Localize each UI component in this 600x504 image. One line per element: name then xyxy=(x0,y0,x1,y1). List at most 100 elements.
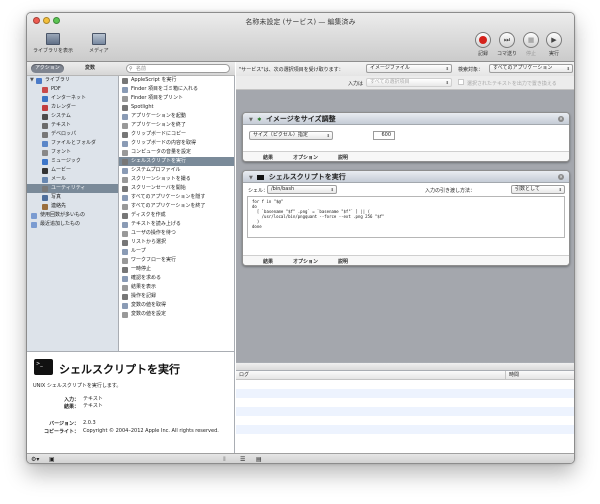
action-item[interactable]: 変数の値を取得 xyxy=(119,301,234,310)
library-item[interactable]: デベロッパ xyxy=(27,130,118,139)
action-icon xyxy=(122,185,128,192)
description-toggle-icon[interactable]: ▣ xyxy=(49,456,55,463)
remove-action-icon[interactable]: ✕ xyxy=(558,116,564,122)
library-item[interactable]: PDF xyxy=(27,85,118,94)
remove-action-icon[interactable]: ✕ xyxy=(558,174,564,180)
action-item[interactable]: 一時停止 xyxy=(119,265,234,274)
action-item[interactable]: ユーザの操作を待つ xyxy=(119,229,234,238)
action-item[interactable]: アプリケーションを終了 xyxy=(119,121,234,130)
time-column-header[interactable]: 時間 xyxy=(506,371,519,379)
record-button[interactable]: 記録 xyxy=(475,32,491,57)
library-item[interactable]: システム xyxy=(27,112,118,121)
library-item[interactable]: フォント xyxy=(27,148,118,157)
action-item[interactable]: ワークフローを実行 xyxy=(119,256,234,265)
card-header[interactable]: ▼ シェルスクリプトを実行 ✕ xyxy=(243,171,569,183)
tab-description[interactable]: 説明 xyxy=(338,258,348,265)
disclosure-triangle-icon[interactable]: ▼ xyxy=(30,76,34,85)
action-card-resize-image[interactable]: ▼ ✱ イメージをサイズ調整 ✕ サイズ（ピクセル）指定 ⬍ 600 結果 オプシ… xyxy=(242,112,570,162)
replace-text-checkbox[interactable] xyxy=(458,79,464,85)
log-row xyxy=(236,425,574,434)
media-button[interactable]: メディア xyxy=(89,33,109,54)
action-item[interactable]: 操作を記録 xyxy=(119,292,234,301)
action-item[interactable]: すべてのアプリケーションを終了 xyxy=(119,202,234,211)
library-item[interactable]: インターネット xyxy=(27,94,118,103)
action-item[interactable]: シェルスクリプトを実行 xyxy=(119,157,234,166)
card-footer: 結果 オプション 説明 xyxy=(243,151,569,161)
action-item[interactable]: テキストを読み上げる xyxy=(119,220,234,229)
card-body: シェル： /bin/bash ⬍ 入力の引き渡し方法： 引数として ⬍ for f … xyxy=(243,183,569,255)
log-row xyxy=(236,407,574,416)
action-card-run-shell-script[interactable]: ▼ シェルスクリプトを実行 ✕ シェル： /bin/bash ⬍ 入力の引き渡し方… xyxy=(242,170,570,266)
show-library-button[interactable]: ライブラリを表示 xyxy=(33,33,73,54)
popup-arrows-icon: ⬍ xyxy=(558,187,562,192)
workflow-canvas[interactable]: ▼ ✱ イメージをサイズ調整 ✕ サイズ（ピクセル）指定 ⬍ 600 結果 オプシ… xyxy=(236,90,574,362)
action-icon xyxy=(122,131,128,138)
disclosure-triangle-icon[interactable]: ▼ xyxy=(249,117,253,123)
library-item[interactable]: テキスト xyxy=(27,121,118,130)
disclosure-triangle-icon[interactable]: ▼ xyxy=(249,175,253,181)
size-field[interactable]: 600 xyxy=(373,131,395,140)
library-item[interactable]: メール xyxy=(27,175,118,184)
library-item[interactable]: 写真 xyxy=(27,193,118,202)
target-select[interactable]: すべてのアプリケーション ⬍ xyxy=(489,64,573,73)
resize-handle-icon[interactable]: ⦀ xyxy=(223,456,226,463)
shell-select[interactable]: /bin/bash ⬍ xyxy=(267,185,337,194)
step-label: コマ送り xyxy=(497,51,518,57)
action-item[interactable]: クリップボードにコピー xyxy=(119,130,234,139)
smart-group-most-used[interactable]: 使用回数が多いもの xyxy=(27,211,118,220)
action-item[interactable]: Finder 項目をゴミ箱に入れる xyxy=(119,85,234,94)
action-item[interactable]: 結果を表示 xyxy=(119,283,234,292)
library-item[interactable]: ユーティリティ xyxy=(27,184,118,193)
library-item[interactable]: ファイルとフォルダ xyxy=(27,139,118,148)
action-item[interactable]: コンピュータの音量を設定 xyxy=(119,148,234,157)
step-button[interactable]: ⏭ コマ送り xyxy=(497,32,517,57)
action-item[interactable]: リストから選択 xyxy=(119,238,234,247)
action-item[interactable]: ループ xyxy=(119,247,234,256)
stop-button[interactable]: ■ 停止 xyxy=(523,32,539,57)
tab-options[interactable]: オプション xyxy=(293,154,318,161)
smart-group-recent[interactable]: 最近追加したもの xyxy=(27,220,118,229)
action-item[interactable]: システムプロファイル xyxy=(119,166,234,175)
resize-mode-select[interactable]: サイズ（ピクセル）指定 ⬍ xyxy=(249,131,333,140)
action-item[interactable]: アプリケーションを起動 xyxy=(119,112,234,121)
action-item[interactable]: AppleScript を実行 xyxy=(119,76,234,85)
action-item[interactable]: クリップボードの内容を取得 xyxy=(119,139,234,148)
action-item[interactable]: Finder 項目をプリント xyxy=(119,94,234,103)
search-input[interactable]: 名前 xyxy=(136,65,146,73)
card-header[interactable]: ▼ ✱ イメージをサイズ調整 ✕ xyxy=(243,113,569,125)
workflow-view-icon[interactable]: ▤ xyxy=(256,456,262,463)
tab-variables[interactable]: 変数 xyxy=(81,64,99,73)
library-root[interactable]: ▼ ライブラリ xyxy=(27,76,118,85)
run-button[interactable]: ▶ 実行 xyxy=(546,32,562,57)
action-item[interactable]: ディスクを作成 xyxy=(119,211,234,220)
action-item[interactable]: 確認を求める xyxy=(119,274,234,283)
gear-icon[interactable]: ⚙▾ xyxy=(31,456,39,463)
tab-actions[interactable]: アクション xyxy=(31,64,64,73)
receives-select[interactable]: イメージファイル ⬍ xyxy=(366,64,452,73)
tab-description[interactable]: 説明 xyxy=(338,154,348,161)
action-item[interactable]: 変数の値を設定 xyxy=(119,310,234,319)
action-icon xyxy=(122,149,128,156)
tab-options[interactable]: オプション xyxy=(293,258,318,265)
library-item[interactable]: カレンダー xyxy=(27,103,118,112)
log-column-header[interactable]: ログ xyxy=(236,371,506,379)
action-item[interactable]: すべてのアプリケーションを隠す xyxy=(119,193,234,202)
pass-input-select[interactable]: 引数として ⬍ xyxy=(511,185,565,194)
receives-label: "サービス"は、次の選択項目を受け取ります： xyxy=(239,67,344,73)
tab-results[interactable]: 結果 xyxy=(263,154,273,161)
library-item[interactable]: ムービー xyxy=(27,166,118,175)
action-icon xyxy=(122,284,128,291)
log-splitter[interactable] xyxy=(236,362,574,370)
list-view-icon[interactable]: ☰ xyxy=(240,456,245,463)
library-item[interactable]: 連絡先 xyxy=(27,202,118,211)
action-icon xyxy=(122,212,128,219)
action-item[interactable]: スクリーンショットを撮る xyxy=(119,175,234,184)
action-item[interactable]: Spotlight xyxy=(119,103,234,112)
search-field[interactable]: ⚲ 名前 xyxy=(126,64,230,73)
library-item[interactable]: ミュージック xyxy=(27,157,118,166)
tab-results[interactable]: 結果 xyxy=(263,258,273,265)
input-select[interactable]: すべての選択項目 ⬍ xyxy=(366,78,452,87)
stop-icon: ■ xyxy=(523,32,539,48)
script-editor[interactable]: for f in "$@" do [ `basename "$f" .png` … xyxy=(247,196,565,238)
action-item[interactable]: スクリーンセーバを開始 xyxy=(119,184,234,193)
